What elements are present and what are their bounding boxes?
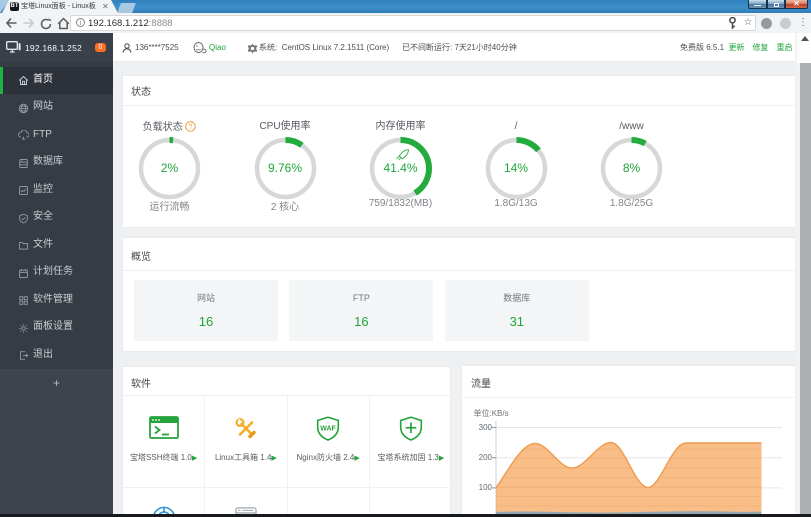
svg-text:?: ? bbox=[189, 124, 193, 131]
svg-text:WAF: WAF bbox=[320, 426, 336, 433]
